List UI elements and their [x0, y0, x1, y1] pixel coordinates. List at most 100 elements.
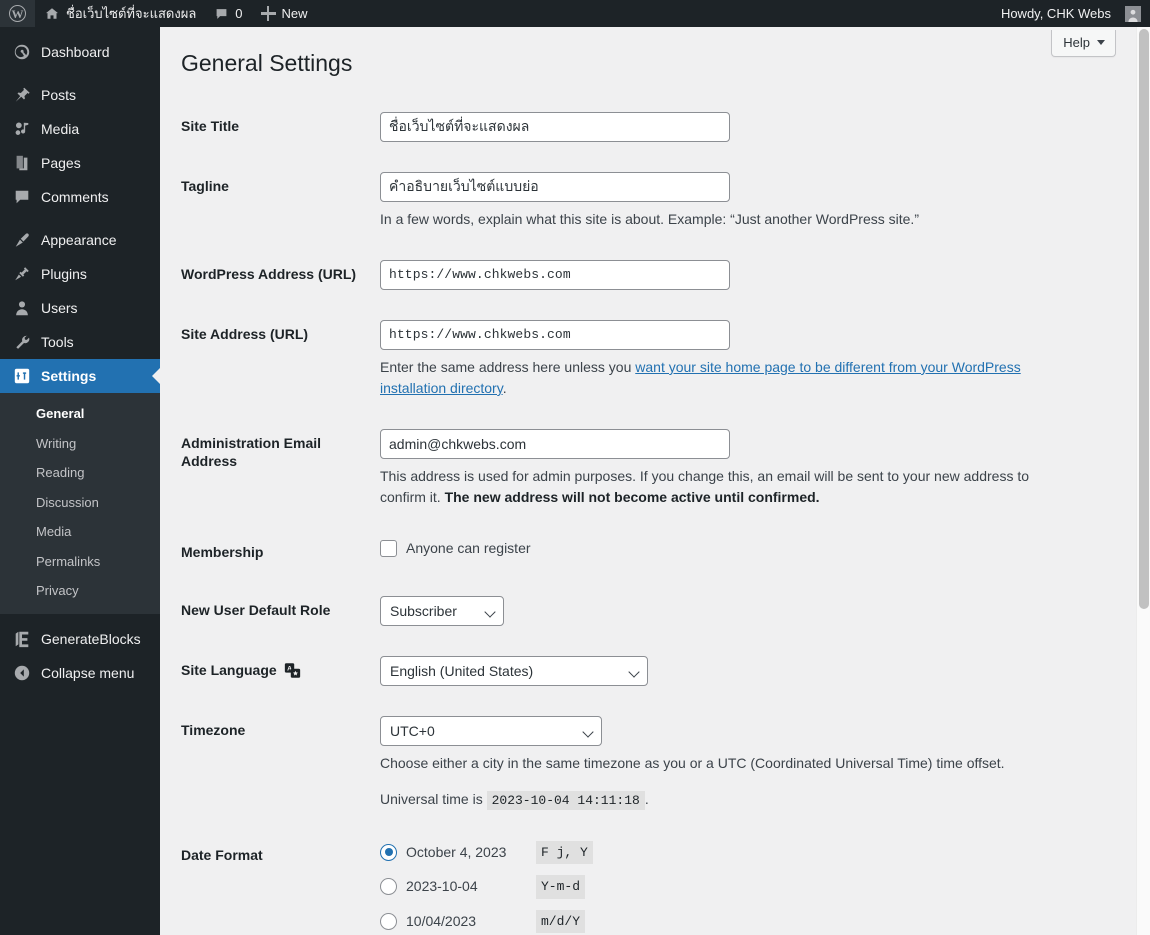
comments-count: 0: [235, 6, 243, 21]
sidebar-item-users[interactable]: Users: [0, 291, 160, 325]
date-format-cell: October 4, 2023 F j, Y 2023-10-04 Y-m-d …: [380, 826, 1120, 935]
avatar: [1125, 5, 1141, 22]
date-format-option-row[interactable]: 2023-10-04 Y-m-d: [380, 875, 1110, 899]
arrow-left-circle-icon: [12, 663, 32, 683]
submenu-item-writing[interactable]: Writing: [0, 429, 160, 459]
sidebar-item-plugins[interactable]: Plugins: [0, 257, 160, 291]
sidebar-item-posts[interactable]: Posts: [0, 78, 160, 112]
help-toggle-button[interactable]: Help: [1051, 30, 1116, 57]
anyone-can-register-row[interactable]: Anyone can register: [380, 538, 531, 559]
tagline-label: Tagline: [181, 177, 229, 194]
date-format-code-2: m/d/Y: [536, 909, 586, 934]
submenu-item-permalinks[interactable]: Permalinks: [0, 547, 160, 577]
submenu-item-discussion[interactable]: Discussion: [0, 488, 160, 518]
submenu-item-general[interactable]: General: [0, 399, 160, 429]
wordpress-logo-menu[interactable]: W: [0, 0, 35, 27]
timezone-select[interactable]: UTC+0: [380, 716, 602, 747]
my-account-menu[interactable]: Howdy, CHK Webs: [992, 0, 1150, 27]
new-label: New: [281, 6, 308, 21]
sidebar-item-appearance[interactable]: Appearance: [0, 223, 160, 257]
dashboard-icon: [12, 42, 32, 62]
default-role-cell: Subscriber: [380, 581, 1120, 641]
sidebar-item-pages[interactable]: Pages: [0, 146, 160, 180]
sidebar-item-label: Plugins: [41, 266, 87, 282]
form-row-date-format: Date Format October 4, 2023 F j, Y 2023-…: [160, 826, 1120, 935]
date-format-radio-2[interactable]: [380, 912, 397, 930]
anyone-can-register-checkbox[interactable]: [380, 539, 397, 557]
collapse-menu-button[interactable]: Collapse menu: [0, 656, 160, 690]
anyone-can-register-label: Anyone can register: [406, 539, 531, 556]
tagline-input[interactable]: [380, 171, 730, 202]
sidebar-item-dashboard[interactable]: Dashboard: [0, 35, 160, 69]
site-language-label: Site Language A: [160, 641, 380, 701]
default-role-select-wrap: Subscriber: [380, 596, 504, 627]
howdy-label: Howdy, CHK Webs: [1000, 6, 1111, 21]
sidebar-menu-bottom: GenerateBlocks Collapse menu: [0, 622, 160, 690]
submenu-item-media[interactable]: Media: [0, 517, 160, 547]
sidebar-item-generateblocks[interactable]: GenerateBlocks: [0, 622, 160, 656]
form-row-membership: Membership Anyone can register: [160, 523, 1120, 581]
media-icon: [12, 119, 32, 139]
membership-cell: Anyone can register: [380, 523, 1120, 581]
sidebar-divider: [0, 69, 160, 78]
universal-time-label: Universal time is: [380, 791, 483, 808]
tagline-cell: In a few words, explain what this site i…: [380, 157, 1120, 245]
sidebar-item-label: Appearance: [41, 232, 117, 248]
date-format-option-row[interactable]: October 4, 2023 F j, Y: [380, 840, 1110, 865]
site-address-cell: Enter the same address here unless you w…: [380, 305, 1120, 414]
site-address-input[interactable]: [380, 319, 730, 350]
date-format-radio-1[interactable]: [380, 878, 397, 896]
site-address-label: Site Address (URL): [181, 325, 309, 342]
general-settings-form: Site Title Tagline In a few words, expla…: [160, 97, 1120, 935]
date-format-example-2: 10/04/2023: [406, 912, 477, 929]
default-role-label: New User Default Role: [181, 602, 331, 619]
form-row-site-title: Site Title: [160, 97, 1120, 157]
timezone-cell: UTC+0 Choose either a city in the same t…: [380, 701, 1120, 826]
site-address-description-pre: Enter the same address here unless you: [380, 358, 636, 375]
submenu-item-privacy[interactable]: Privacy: [0, 576, 160, 606]
comment-bubble-icon: [216, 8, 227, 19]
sidebar-item-label: Settings: [41, 368, 97, 384]
page-scrollbar[interactable]: [1136, 27, 1150, 935]
submenu-item-reading[interactable]: Reading: [0, 458, 160, 488]
admin-email-label: Administration Email Address: [181, 434, 322, 470]
site-name-menu[interactable]: ชื่อเว็บไซต์ที่จะแสดงผล: [35, 0, 205, 27]
new-content-menu[interactable]: New: [252, 0, 317, 27]
admin-email-description-strong: The new address will not become active u…: [444, 488, 820, 505]
sidebar-item-label: Users: [41, 300, 78, 316]
sidebar-item-media[interactable]: Media: [0, 112, 160, 146]
user-avatar-icon: [1128, 9, 1138, 22]
site-title-input[interactable]: [380, 111, 730, 142]
sidebar-item-label: Posts: [41, 87, 77, 103]
site-language-select[interactable]: English (United States): [380, 656, 648, 687]
wordpress-address-input[interactable]: [380, 259, 730, 290]
site-language-cell: English (United States): [380, 641, 1120, 701]
pages-icon: [12, 153, 32, 173]
date-format-label: Date Format: [181, 846, 263, 863]
timezone-description: Choose either a city in the same timezon…: [380, 755, 1005, 772]
admin-email-input[interactable]: [380, 428, 730, 459]
sidebar-item-comments[interactable]: Comments: [0, 180, 160, 214]
admin-email-cell: This address is used for admin purposes.…: [380, 414, 1120, 523]
home-icon: [46, 8, 58, 19]
wrench-icon: [12, 332, 32, 352]
default-role-select[interactable]: Subscriber: [380, 596, 504, 627]
timezone-select-wrap: UTC+0: [380, 716, 602, 747]
user-icon: [12, 298, 32, 318]
sidebar-item-tools[interactable]: Tools: [0, 325, 160, 359]
scrollbar-thumb[interactable]: [1139, 29, 1149, 609]
sidebar-item-label: Comments: [41, 189, 109, 205]
date-format-radio-0[interactable]: [380, 843, 397, 861]
sidebar-item-label: Tools: [41, 334, 74, 350]
site-name-label: ชื่อเว็บไซต์ที่จะแสดงผล: [66, 6, 197, 21]
site-language-label-text: Site Language: [181, 662, 277, 679]
sidebar-item-label: Dashboard: [41, 44, 110, 60]
sidebar-item-label: Media: [41, 121, 80, 137]
site-language-select-wrap: English (United States): [380, 656, 648, 687]
site-address-description: Enter the same address here unless you w…: [380, 357, 1060, 399]
sidebar-item-settings[interactable]: Settings: [0, 359, 160, 393]
date-format-option-row[interactable]: 10/04/2023 m/d/Y: [380, 909, 1110, 934]
timezone-label: Timezone: [181, 722, 246, 739]
comments-menu[interactable]: 0: [205, 0, 251, 27]
wordpress-address-cell: [380, 245, 1120, 305]
